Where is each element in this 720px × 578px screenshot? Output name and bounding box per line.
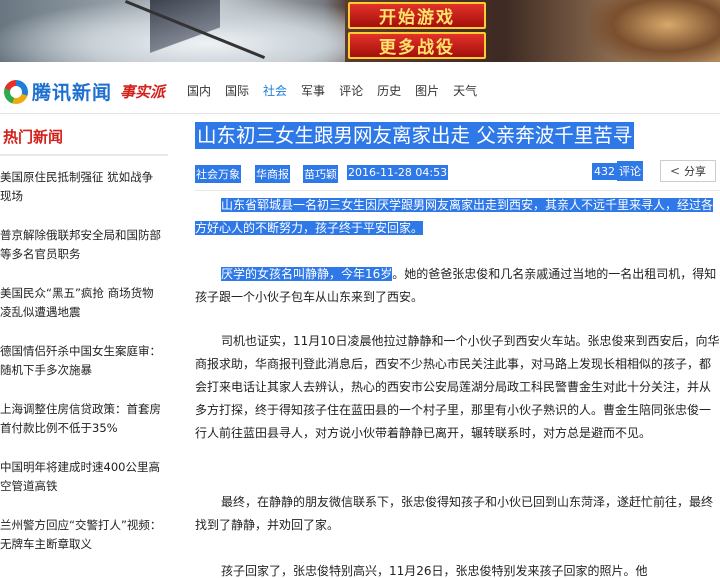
article-datetime: 2016-11-28 04:53 <box>347 165 449 180</box>
ad-start-game-button[interactable]: 开始游戏 <box>348 2 486 29</box>
paragraph-text: 山东省郓城县一名初三女生因厌学跟男网友离家出走到西安，其亲人不远千里来寻人，经过… <box>195 198 714 235</box>
comment-label: 评论 <box>617 161 643 181</box>
nav-history[interactable]: 历史 <box>377 82 401 99</box>
paragraph-text: 最终，在静静的朋友微信联系下，张忠俊得知孩子和小伙已回到山东菏泽，遂赶忙前往，最… <box>195 495 714 532</box>
nav-weather[interactable]: 天气 <box>453 82 477 99</box>
article-paragraph: 最终，在静静的朋友微信联系下，张忠俊得知孩子和小伙已回到山东菏泽，遂赶忙前往，最… <box>195 491 720 537</box>
nav-military[interactable]: 军事 <box>301 82 325 99</box>
nav-photos[interactable]: 图片 <box>415 82 439 99</box>
tencent-logo-icon <box>4 79 28 104</box>
logo-text: 腾讯新闻 <box>32 82 113 104</box>
hot-news-item[interactable]: 美国原住民抵制强征 犹如战争现场 <box>0 168 168 226</box>
hot-news-sidebar: 热门新闻 美国原住民抵制强征 犹如战争现场 普京解除俄联邦安全局和国防部等多名官… <box>0 114 170 578</box>
article-paragraph: 厌学的女孩名叫静静，今年16岁。她的爸爸张忠俊和几名亲戚通过当地的一名出租司机，… <box>195 263 720 309</box>
paragraph-highlight: 厌学的女孩名叫静静，今年16岁 <box>221 267 393 281</box>
hot-news-item[interactable]: 上海调整住房信贷政策：首套房首付款比例不低于35% <box>0 400 168 458</box>
article-paragraph: 司机也证实，11月10日凌晨他拉过静静和一个小伙子到西安火车站。张忠俊来到西安后… <box>195 330 720 445</box>
article-tag[interactable]: 社会万象 <box>195 165 241 183</box>
nav-society[interactable]: 社会 <box>263 82 287 99</box>
paragraph-text: 孩子回家了，张忠俊特别高兴，11月26日，张忠俊特别发来孩子回家的照片。他 <box>221 564 648 578</box>
nav-international[interactable]: 国际 <box>225 82 249 99</box>
ad-right-warrior <box>590 0 720 62</box>
hot-news-item[interactable]: 美国民众“黑五”疯抢 商场货物凌乱似遭遇地震 <box>0 284 168 342</box>
hot-news-item[interactable]: 兰州警方回应“交警打人”视频：无牌车主断章取义 <box>0 516 168 574</box>
comment-count: 432 <box>592 162 617 180</box>
article-title-text: 山东初三女生跟男网友离家出走 父亲奔波千里苦寻 <box>195 122 635 149</box>
sidebar-divider <box>0 154 168 156</box>
main-nav: 国内 国际 社会 军事 评论 历史 图片 天气 <box>187 82 491 99</box>
hot-news-item[interactable]: 德国情侣歼杀中国女生案庭审：随机下手多次施暴 <box>0 342 168 400</box>
comments-link[interactable]: 432 评论 <box>592 161 643 181</box>
meta-divider <box>195 190 720 191</box>
hot-news-list: 美国原住民抵制强征 犹如战争现场 普京解除俄联邦安全局和国防部等多名官员职务 美… <box>0 168 168 574</box>
article-source[interactable]: 华商报 <box>255 165 290 183</box>
share-icon: < <box>669 164 681 178</box>
article-main: 山东初三女生跟男网友离家出走 父亲奔波千里苦寻 社会万象 华商报 苗巧颖 201… <box>195 114 720 578</box>
article-paragraph: 孩子回家了，张忠俊特别高兴，11月26日，张忠俊特别发来孩子回家的照片。他 <box>195 560 720 578</box>
ad-more-battles-button[interactable]: 更多战役 <box>348 32 486 59</box>
paragraph-text: 司机也证实，11月10日凌晨他拉过静静和一个小伙子到西安火车站。张忠俊来到西安后… <box>195 334 720 440</box>
share-button[interactable]: < 分享 <box>660 160 716 182</box>
logo-subbrand: 事实派 <box>120 83 166 101</box>
article-author: 苗巧颖 <box>303 165 338 183</box>
article-title: 山东初三女生跟男网友离家出走 父亲奔波千里苦寻 <box>195 122 635 150</box>
ad-warrior-figure <box>150 0 220 62</box>
nav-opinion[interactable]: 评论 <box>339 82 363 99</box>
hot-news-item[interactable]: 普京解除俄联邦安全局和国防部等多名官员职务 <box>0 226 168 284</box>
site-header: 腾讯新闻 事实派 国内 国际 社会 军事 评论 历史 图片 天气 <box>0 62 720 114</box>
share-label: 分享 <box>684 165 707 178</box>
game-ad-banner[interactable]: 开始游戏 更多战役 <box>0 0 720 62</box>
tencent-news-logo[interactable]: 腾讯新闻 事实派 <box>4 78 165 105</box>
nav-domestic[interactable]: 国内 <box>187 82 211 99</box>
hot-news-item[interactable]: 中国明年将建成时速400公里高空管道高铁 <box>0 458 168 516</box>
hot-news-title: 热门新闻 <box>3 128 64 146</box>
article-paragraph: 山东省郓城县一名初三女生因厌学跟男网友离家出走到西安，其亲人不远千里来寻人，经过… <box>195 194 720 240</box>
